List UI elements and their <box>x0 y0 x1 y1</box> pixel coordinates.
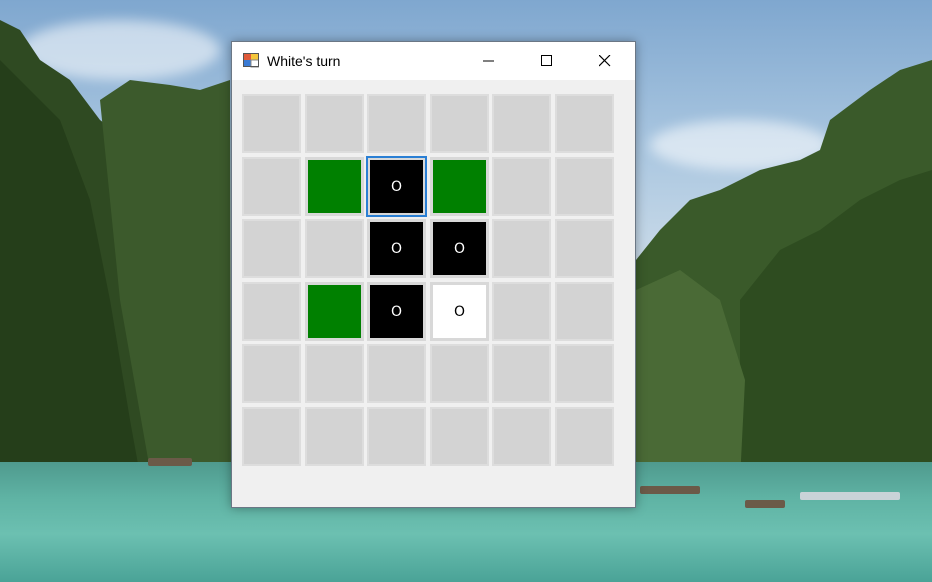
board-cell-r0-c2[interactable] <box>367 94 426 153</box>
black-piece-label: O <box>390 303 403 320</box>
board-cell-r3-c1-move[interactable] <box>305 282 364 341</box>
board-cell-r2-c1[interactable] <box>305 219 364 278</box>
white-piece-label: O <box>453 303 466 320</box>
boat <box>745 500 785 508</box>
board-cell-r3-c0[interactable] <box>242 282 301 341</box>
black-piece-label: O <box>390 240 403 257</box>
board-cell-r0-c3[interactable] <box>430 94 489 153</box>
board-cell-r1-c0[interactable] <box>242 157 301 216</box>
board-cell-r4-c0[interactable] <box>242 344 301 403</box>
boat <box>640 486 700 494</box>
board-cell-r5-c5[interactable] <box>555 407 614 466</box>
board-cell-r4-c2[interactable] <box>367 344 426 403</box>
board-cell-r1-c3-move[interactable] <box>430 157 489 216</box>
board-cell-r1-c2-black[interactable]: O <box>366 156 427 217</box>
black-piece-label: O <box>390 178 403 195</box>
board-cell-r5-c2[interactable] <box>367 407 426 466</box>
app-icon[interactable] <box>243 52 259 68</box>
boat <box>148 458 192 466</box>
black-piece-label: O <box>453 240 466 257</box>
board-cell-r5-c0[interactable] <box>242 407 301 466</box>
boat <box>800 492 900 500</box>
board-cell-r2-c3-black[interactable]: O <box>430 219 489 278</box>
board-cell-r2-c4[interactable] <box>492 219 551 278</box>
board-cell-r0-c5[interactable] <box>555 94 614 153</box>
close-button[interactable] <box>582 42 628 80</box>
title-bar[interactable]: White's turn <box>232 42 635 80</box>
board-cell-r2-c2-black[interactable]: O <box>367 219 426 278</box>
board-cell-r4-c1[interactable] <box>305 344 364 403</box>
board-cell-r5-c3[interactable] <box>430 407 489 466</box>
board-cell-r0-c0[interactable] <box>242 94 301 153</box>
board-cell-r1-c1-move[interactable] <box>305 157 364 216</box>
close-icon <box>599 55 611 67</box>
board-cell-r5-c4[interactable] <box>492 407 551 466</box>
board-cell-r4-c4[interactable] <box>492 344 551 403</box>
minimize-button[interactable] <box>466 42 512 80</box>
maximize-icon <box>541 55 552 66</box>
game-board: O O O O O <box>242 94 616 468</box>
board-cell-r5-c1[interactable] <box>305 407 364 466</box>
board-cell-r3-c4[interactable] <box>492 282 551 341</box>
board-cell-r0-c4[interactable] <box>492 94 551 153</box>
board-cell-r2-c0[interactable] <box>242 219 301 278</box>
game-window: White's turn O O O O O <box>231 41 636 508</box>
board-cell-r3-c5[interactable] <box>555 282 614 341</box>
maximize-button[interactable] <box>524 42 570 80</box>
board-cell-r4-c5[interactable] <box>555 344 614 403</box>
board-cell-r1-c5[interactable] <box>555 157 614 216</box>
window-title: White's turn <box>267 53 341 69</box>
board-cell-r3-c3-white[interactable]: O <box>430 282 489 341</box>
board-cell-r3-c2-black[interactable]: O <box>367 282 426 341</box>
board-cell-r2-c5[interactable] <box>555 219 614 278</box>
minimize-icon <box>483 60 494 62</box>
board-cell-r0-c1[interactable] <box>305 94 364 153</box>
board-cell-r4-c3[interactable] <box>430 344 489 403</box>
board-cell-r1-c4[interactable] <box>492 157 551 216</box>
